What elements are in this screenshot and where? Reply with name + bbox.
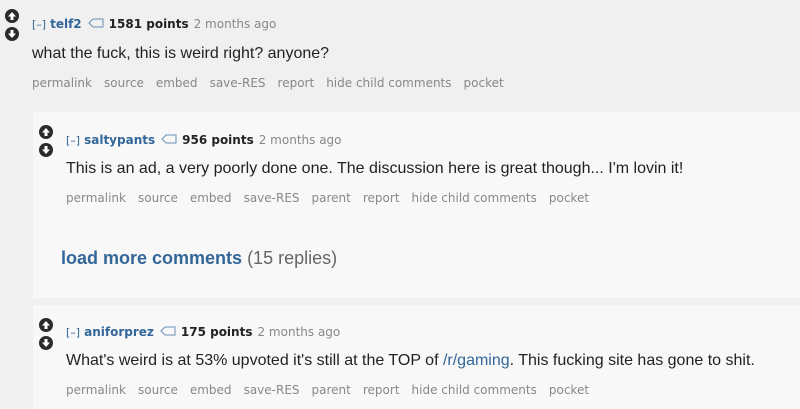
load-more-link[interactable]: load more comments <box>61 248 242 268</box>
parent-button[interactable]: parent <box>312 191 351 205</box>
hide-child-comments-button[interactable]: hide child comments <box>412 383 537 397</box>
source-button[interactable]: source <box>138 383 178 397</box>
comment-body: This is an ad, a very poorly done one. T… <box>66 160 684 177</box>
timestamp: 2 months ago <box>193 17 277 31</box>
comment-body-text: What's weird is at 53% upvoted it's stil… <box>66 352 443 369</box>
score: 175 points <box>180 325 253 339</box>
embed-button[interactable]: embed <box>190 191 232 205</box>
downvote-arrow-icon[interactable] <box>5 27 19 41</box>
vote-arrows <box>39 318 55 354</box>
source-button[interactable]: source <box>104 76 144 90</box>
downvote-arrow-icon[interactable] <box>39 143 53 157</box>
vote-arrows <box>5 9 21 45</box>
author-link[interactable]: aniforprez <box>84 325 154 339</box>
comment-tagline: [–] saltypants 956 points 2 months ago <box>66 133 342 147</box>
comment-tagline: [–] telf2 1581 points 2 months ago <box>32 17 276 31</box>
upvote-arrow-icon[interactable] <box>39 125 53 139</box>
upvote-arrow-icon[interactable] <box>5 9 19 23</box>
pocket-button[interactable]: pocket <box>464 76 504 90</box>
vote-arrows <box>39 125 55 161</box>
comment-body: What's weird is at 53% upvoted it's stil… <box>66 352 755 370</box>
pocket-button[interactable]: pocket <box>549 191 589 205</box>
report-button[interactable]: report <box>363 383 400 397</box>
score: 1581 points <box>108 17 189 31</box>
pocket-button[interactable]: pocket <box>549 383 589 397</box>
parent-button[interactable]: parent <box>312 383 351 397</box>
comment-telf2: [–] telf2 1581 points 2 months ago what … <box>0 0 800 105</box>
comment-body: what the fuck, this is weird right? anyo… <box>32 45 330 62</box>
collapse-toggle[interactable]: [–] <box>32 18 46 31</box>
permalink-button[interactable]: permalink <box>66 191 126 205</box>
timestamp: 2 months ago <box>257 325 341 339</box>
upvote-arrow-icon[interactable] <box>39 318 53 332</box>
embed-button[interactable]: embed <box>190 383 232 397</box>
subreddit-link[interactable]: /r/gaming <box>443 352 510 369</box>
load-more-comments: load more comments (15 replies) <box>61 248 337 269</box>
permalink-button[interactable]: permalink <box>32 76 92 90</box>
embed-button[interactable]: embed <box>156 76 198 90</box>
author-link[interactable]: telf2 <box>50 17 82 31</box>
tag-icon[interactable] <box>87 17 104 31</box>
report-button[interactable]: report <box>278 76 315 90</box>
save-res-button[interactable]: save-RES <box>244 383 300 397</box>
score: 956 points <box>182 133 254 147</box>
comment-buttons: permalink source embed save-RES parent r… <box>66 191 589 205</box>
hide-child-comments-button[interactable]: hide child comments <box>326 76 451 90</box>
source-button[interactable]: source <box>138 191 178 205</box>
tag-icon[interactable] <box>160 325 176 339</box>
collapse-toggle[interactable]: [–] <box>66 134 80 147</box>
comment-tagline: [–] aniforprez 175 points 2 months ago <box>66 325 340 339</box>
tag-icon[interactable] <box>161 133 177 147</box>
save-res-button[interactable]: save-RES <box>244 191 300 205</box>
author-link[interactable]: saltypants <box>84 133 155 147</box>
report-button[interactable]: report <box>363 191 400 205</box>
hide-child-comments-button[interactable]: hide child comments <box>412 191 537 205</box>
save-res-button[interactable]: save-RES <box>210 76 266 90</box>
comment-buttons: permalink source embed save-RES parent r… <box>66 383 589 397</box>
permalink-button[interactable]: permalink <box>66 383 126 397</box>
collapse-toggle[interactable]: [–] <box>66 326 80 339</box>
comment-buttons: permalink source embed save-RES report h… <box>32 76 504 90</box>
load-more-count: (15 replies) <box>247 248 338 268</box>
comment-body-text: . This fucking site has gone to shit. <box>509 352 755 369</box>
timestamp: 2 months ago <box>258 133 342 147</box>
downvote-arrow-icon[interactable] <box>39 336 53 350</box>
